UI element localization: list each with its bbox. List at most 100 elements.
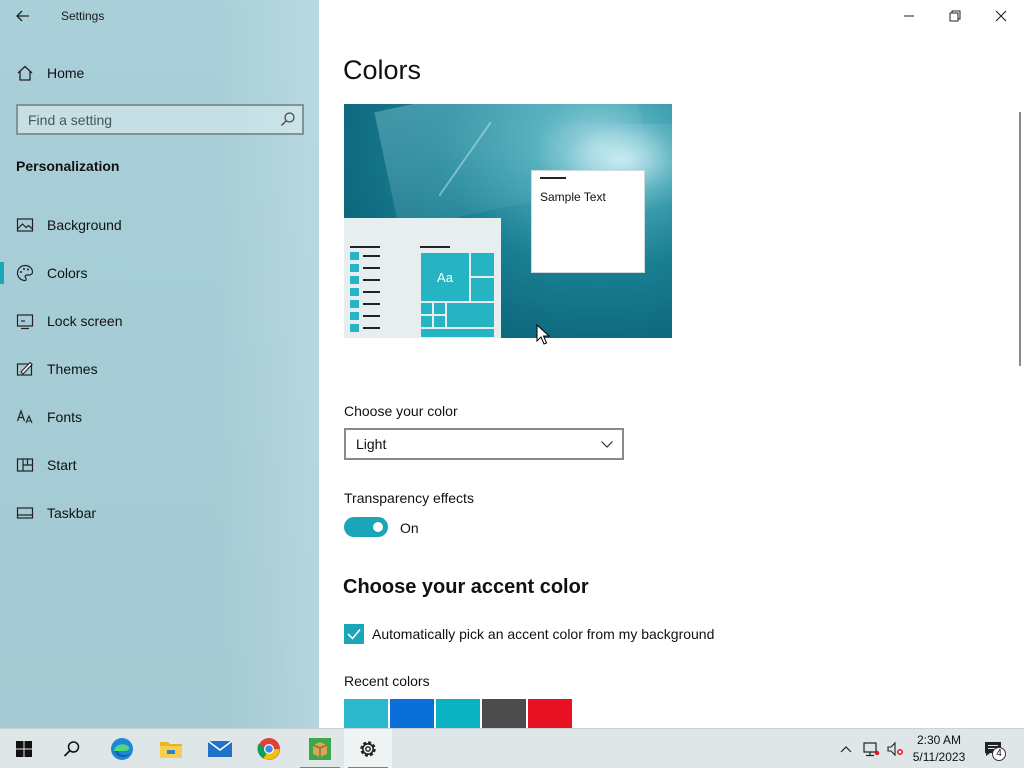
preview-tile xyxy=(446,302,495,328)
clock-time: 2:30 AM xyxy=(916,733,962,747)
sidebar-item-taskbar[interactable]: Taskbar xyxy=(0,494,319,532)
edge-button[interactable] xyxy=(98,729,146,768)
image-icon xyxy=(16,218,34,232)
chrome-button[interactable] xyxy=(245,729,293,768)
active-indicator xyxy=(0,262,4,284)
file-explorer-icon xyxy=(160,742,182,758)
preview-list-row xyxy=(350,276,380,284)
fonts-icon xyxy=(16,409,33,424)
sidebar-item-fonts[interactable]: Fonts xyxy=(0,398,319,436)
recent-color-swatch[interactable] xyxy=(436,699,480,728)
transparency-state: On xyxy=(400,520,419,536)
volume-button[interactable] xyxy=(884,729,906,768)
preview-list-row xyxy=(350,288,380,296)
preview-list-row xyxy=(350,312,380,320)
lock-screen-icon xyxy=(16,314,34,330)
sidebar-item-start[interactable]: Start xyxy=(0,446,319,484)
settings-button[interactable] xyxy=(344,729,392,768)
themes-icon xyxy=(16,361,33,376)
back-button[interactable] xyxy=(12,6,34,26)
preview-sample-text: Sample Text xyxy=(540,190,606,204)
edge-icon xyxy=(111,738,133,760)
clock-date: 5/11/2023 xyxy=(912,750,966,764)
package-app-icon xyxy=(309,738,331,760)
mouse-cursor-icon xyxy=(536,324,550,345)
preview-list-row xyxy=(350,300,380,308)
theme-preview: Aa Sample Text xyxy=(344,104,672,338)
start-icon xyxy=(16,458,34,472)
search-icon xyxy=(63,741,80,757)
search-box[interactable] xyxy=(16,104,304,135)
dropdown-value: Light xyxy=(356,436,387,452)
clock[interactable]: 2:30 AM 5/11/2023 xyxy=(906,732,972,766)
sidebar-item-lock-screen[interactable]: Lock screen xyxy=(0,302,319,340)
auto-accent-checkbox[interactable] xyxy=(344,624,364,644)
preview-tiles-heading xyxy=(420,246,450,248)
preview-tile xyxy=(433,302,446,315)
search-input[interactable] xyxy=(28,111,268,129)
preview-tile xyxy=(420,302,433,315)
choose-color-label: Choose your color xyxy=(344,403,458,419)
sidebar-item-home[interactable]: Home xyxy=(0,58,319,88)
sidebar-item-themes[interactable]: Themes xyxy=(0,350,319,388)
sidebar-item-label: Background xyxy=(47,217,122,233)
file-explorer-button[interactable] xyxy=(147,729,195,768)
start-button[interactable] xyxy=(0,729,48,768)
chevron-down-icon xyxy=(601,441,613,448)
chrome-icon xyxy=(257,738,280,760)
close-button[interactable] xyxy=(978,0,1024,32)
choose-color-dropdown[interactable]: Light xyxy=(344,428,624,460)
sidebar-item-background[interactable]: Background xyxy=(0,206,319,244)
preview-tile xyxy=(470,252,495,277)
recent-color-swatch[interactable] xyxy=(528,699,572,728)
restore-button[interactable] xyxy=(932,0,978,32)
mail-icon xyxy=(207,740,233,757)
notification-count-badge: 4 xyxy=(992,747,1006,761)
back-arrow-icon xyxy=(16,10,29,22)
volume-muted-icon xyxy=(887,741,903,757)
preview-list-heading xyxy=(350,246,380,248)
preview-tiles: Aa xyxy=(420,252,495,338)
sidebar-item-label: Colors xyxy=(47,265,88,281)
sidebar-item-label: Themes xyxy=(47,361,98,377)
scrollbar[interactable] xyxy=(1019,112,1021,366)
sidebar-item-label: Taskbar xyxy=(47,505,97,521)
search-button[interactable] xyxy=(48,729,96,768)
transparency-toggle[interactable] xyxy=(344,517,388,537)
recent-color-swatch[interactable] xyxy=(482,699,526,728)
transparency-label: Transparency effects xyxy=(344,490,474,506)
recent-colors-label: Recent colors xyxy=(344,673,430,689)
taskbar-icon xyxy=(16,507,34,519)
minimize-button[interactable] xyxy=(886,0,932,32)
package-app-button[interactable] xyxy=(296,729,344,768)
windows-logo-icon xyxy=(16,741,32,757)
chevron-up-icon xyxy=(840,746,852,753)
network-button[interactable] xyxy=(860,729,882,768)
preview-tile-large: Aa xyxy=(420,252,470,302)
restore-icon xyxy=(949,10,961,22)
sidebar: Settings Home Personalization Background… xyxy=(0,0,319,728)
preview-window: Sample Text xyxy=(531,170,645,273)
preview-tile xyxy=(420,315,433,328)
recent-color-swatch[interactable] xyxy=(344,699,388,728)
sidebar-item-label: Lock screen xyxy=(47,313,123,329)
home-icon xyxy=(17,65,33,81)
sidebar-item-label: Fonts xyxy=(47,409,83,425)
title-bar: Settings xyxy=(0,0,319,32)
preview-list-row xyxy=(350,264,380,272)
preview-tile xyxy=(420,328,495,338)
mail-button[interactable] xyxy=(196,729,244,768)
preview-start-menu: Aa xyxy=(344,218,501,338)
taskbar: 2:30 AM 5/11/2023 xyxy=(0,728,1024,768)
sidebar-item-colors[interactable]: Colors xyxy=(0,254,319,292)
palette-icon xyxy=(16,264,34,282)
sidebar-item-label: Home xyxy=(47,65,85,81)
search-icon xyxy=(281,112,295,126)
minimize-icon xyxy=(904,15,914,17)
preview-tile xyxy=(433,315,446,328)
checkmark-icon xyxy=(347,628,361,640)
show-hidden-icons-button[interactable] xyxy=(836,729,856,768)
recent-color-swatch[interactable] xyxy=(390,699,434,728)
app-title: Settings xyxy=(61,9,105,23)
page-title: Colors xyxy=(343,55,422,85)
